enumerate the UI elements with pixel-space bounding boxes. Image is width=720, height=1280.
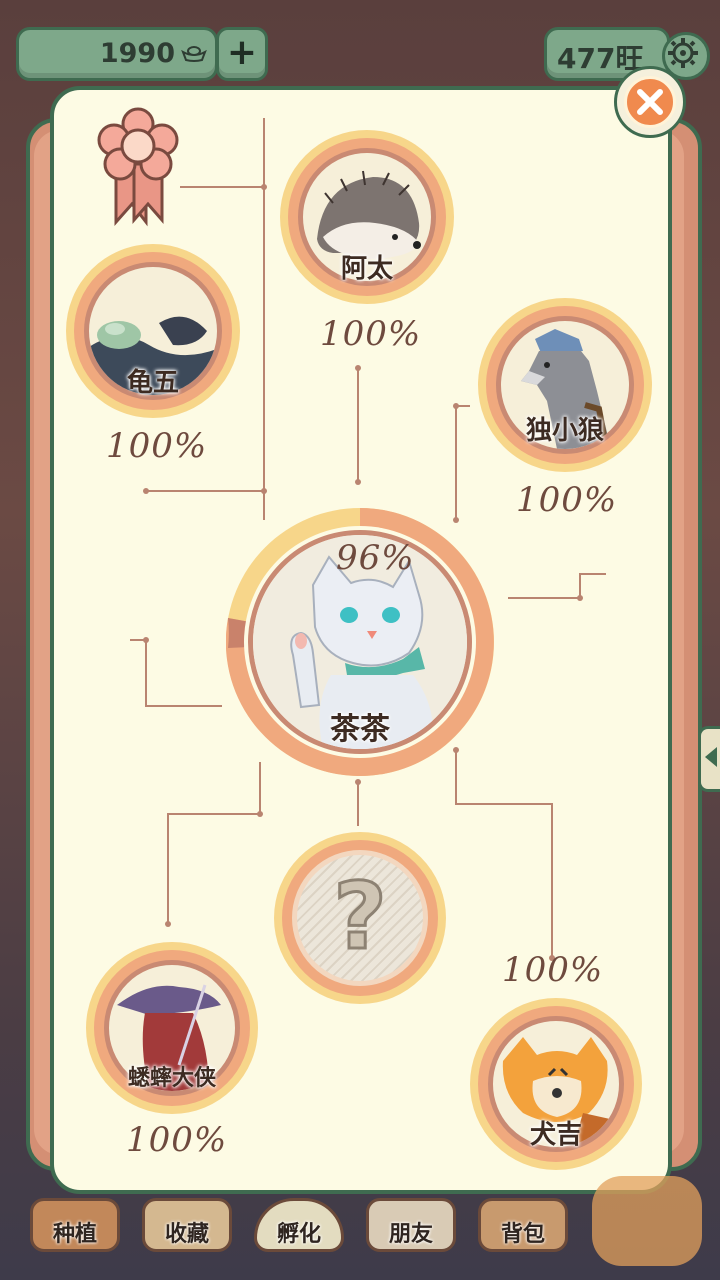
character-node-quanji[interactable]: 犬吉	[470, 998, 642, 1170]
character-percent: 96%	[336, 538, 415, 578]
character-node-guiwu[interactable]: 龟五	[66, 244, 240, 418]
character-percent: 100%	[516, 480, 618, 520]
close-icon	[637, 89, 663, 115]
character-node-locked[interactable]: ?	[274, 832, 446, 1004]
character-percent: 100%	[126, 1120, 228, 1160]
question-mark-icon: ?	[332, 862, 388, 972]
character-node-chacha[interactable]: 茶茶 96%	[226, 508, 494, 776]
nav-collection[interactable]: 收藏	[136, 1192, 238, 1252]
character-percent: 100%	[502, 950, 604, 990]
character-name: 龟五	[126, 368, 179, 398]
nav-planting[interactable]: 种植	[24, 1192, 126, 1252]
character-name: 犬吉	[529, 1120, 582, 1150]
nav-friends[interactable]: 朋友	[360, 1192, 462, 1252]
nav-label: 种植	[52, 1222, 97, 1247]
character-name: 茶茶	[330, 712, 390, 747]
nav-label: 朋友	[388, 1222, 433, 1247]
nav-label: 收藏	[164, 1222, 209, 1247]
plus-ornament	[592, 1176, 702, 1266]
character-node-xishuai[interactable]: 蟋蟀大侠	[86, 942, 258, 1114]
nav-hatch[interactable]: 孵化	[248, 1192, 350, 1252]
portrait-locked: ?	[292, 850, 428, 986]
nav-label: 背包	[500, 1222, 545, 1247]
nav-backpack[interactable]: 背包	[472, 1192, 574, 1252]
character-name: 阿太	[340, 254, 393, 284]
character-node-atai[interactable]: 阿太	[280, 130, 454, 304]
character-name: 独小狼	[525, 416, 604, 446]
character-percent: 100%	[106, 426, 208, 466]
nav-label: 孵化	[276, 1222, 321, 1247]
character-node-duxiaolang[interactable]: 独小狼	[478, 298, 652, 472]
close-button[interactable]	[614, 66, 686, 138]
character-percent: 100%	[320, 314, 422, 354]
close-button-face	[624, 76, 676, 128]
flower-ribbon-icon	[97, 107, 179, 227]
character-name: 蟋蟀大侠	[127, 1066, 216, 1091]
